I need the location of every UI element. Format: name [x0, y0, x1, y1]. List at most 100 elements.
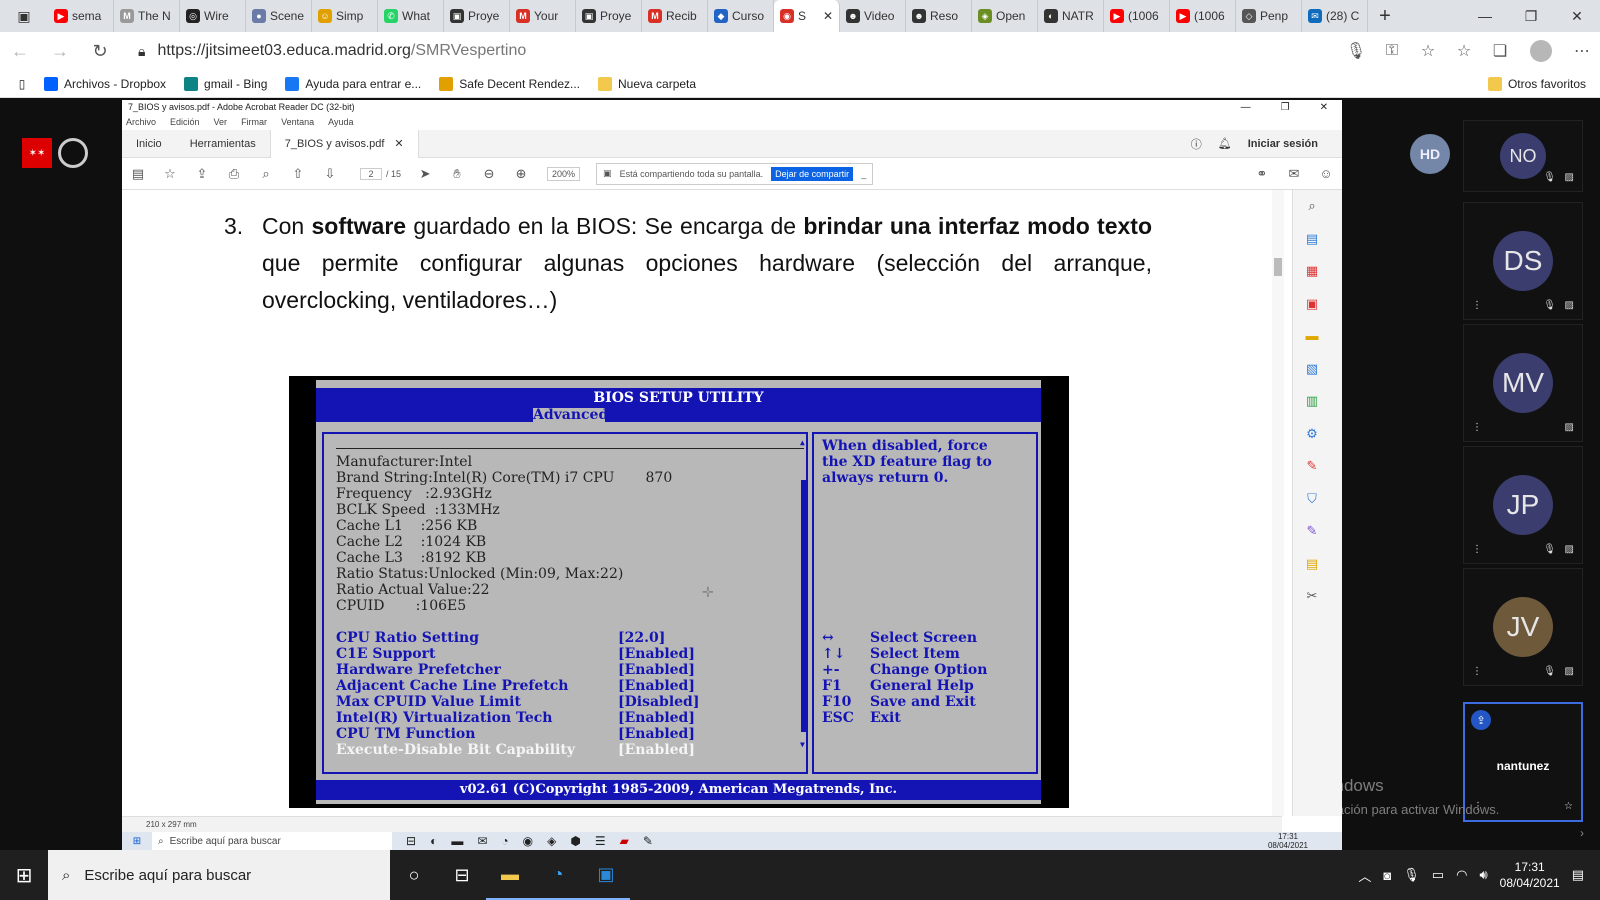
browser-tab[interactable]: ◈ Open — [972, 0, 1038, 32]
fill-sign-icon[interactable]: ✎ — [1303, 523, 1321, 541]
lock-icon[interactable]: 🔒︎ — [138, 43, 145, 60]
notifications-icon[interactable]: ▤ — [1572, 867, 1584, 883]
collections-icon[interactable]: ❏ — [1482, 41, 1518, 61]
browser-tab[interactable]: ◉ S ✕ — [774, 0, 840, 32]
mail-icon[interactable]: ✉ — [1278, 166, 1310, 182]
display-icon[interactable]: ▭ — [1432, 867, 1444, 883]
upload-icon[interactable]: ⇪ — [186, 166, 218, 182]
favorite-link[interactable]: Nueva carpeta — [598, 76, 696, 91]
prev-page-icon[interactable]: ⇧ — [282, 166, 314, 182]
print-icon[interactable]: ⎙ — [218, 166, 250, 182]
tab-inicio[interactable]: Inicio — [122, 130, 176, 158]
browser-tab[interactable]: ☺ Simp — [312, 0, 378, 32]
help-icon[interactable]: ⓘ — [1191, 136, 1202, 152]
microphone-icon[interactable]: 🎙︎ — [1403, 867, 1420, 883]
tab-document[interactable]: 7_BIOS y avisos.pdf ✕ — [269, 129, 419, 158]
menu-item[interactable]: Ventana — [281, 115, 314, 129]
browser-tab[interactable]: ▶ (1006 — [1104, 0, 1170, 32]
cortana-icon[interactable]: ○ — [390, 865, 438, 886]
favorite-link[interactable]: Ayuda para entrar e... — [285, 76, 421, 91]
browser-tab[interactable]: M The N — [114, 0, 180, 32]
zoom-level[interactable]: 200% — [547, 166, 581, 181]
tab-actions-icon[interactable]: ▣ — [0, 0, 48, 32]
zoom-out-icon[interactable]: ⊖ — [473, 166, 505, 182]
hand-tool-icon[interactable]: ✋︎ — [441, 166, 473, 182]
favorite-link[interactable]: gmail - Bing — [184, 76, 267, 91]
edit-icon[interactable]: ▥ — [1303, 393, 1321, 411]
forward-icon[interactable]: → — [40, 41, 80, 62]
browser-tab[interactable]: ▶ (1006 — [1170, 0, 1236, 32]
send-icon[interactable]: ▤ — [1303, 556, 1321, 574]
menu-icon[interactable]: ⋮ — [1472, 666, 1482, 677]
menu-item[interactable]: Edición — [170, 115, 200, 129]
new-tab-button[interactable]: + — [1368, 0, 1402, 32]
export-pdf-icon[interactable]: ▤ — [1303, 231, 1321, 249]
taskbar-search-box[interactable]: ⌕ Escribe aquí para buscar — [48, 850, 390, 900]
other-favorites[interactable]: Otros favoritos — [1487, 76, 1586, 91]
participant-tile[interactable]: JP ⋮ 🎙︎ ▨ — [1463, 446, 1583, 564]
favorite-link[interactable]: Archivos - Dropbox — [44, 76, 166, 91]
microphone-icon[interactable]: 🎙︎ — [1338, 41, 1374, 61]
tools-icon[interactable]: ✂ — [1303, 588, 1321, 606]
menu-icon[interactable]: ⋮ — [1472, 422, 1482, 433]
combine-icon[interactable]: ▧ — [1303, 361, 1321, 379]
add-favorite-icon[interactable]: ☆ — [1410, 41, 1446, 61]
browser-tab[interactable]: M Recib — [642, 0, 708, 32]
favorite-link[interactable]: Safe Decent Rendez... — [439, 76, 580, 91]
minimize-icon[interactable]: — — [1241, 100, 1251, 115]
scan-icon[interactable]: ⚙ — [1303, 426, 1321, 444]
taskbar-clock[interactable]: 17:31 08/04/2021 — [1500, 859, 1560, 891]
minimize-icon[interactable]: — — [1462, 0, 1508, 32]
signin-button[interactable]: Iniciar sesión — [1248, 138, 1318, 150]
browser-tab[interactable]: ◆ Curso — [708, 0, 774, 32]
reading-list-icon[interactable]: ▯ — [0, 77, 44, 91]
camera-icon[interactable]: ◙ — [1383, 868, 1391, 883]
browser-tab[interactable]: ◎ Wire — [180, 0, 246, 32]
favorites-icon[interactable]: ☆ — [1446, 41, 1482, 61]
participant-tile[interactable]: MV ⋮ ▨ — [1463, 324, 1583, 442]
menu-icon[interactable]: ⋮ — [1472, 300, 1482, 311]
organize-icon[interactable]: ▦ — [1303, 263, 1321, 281]
bookmark-icon[interactable]: ☆ — [154, 166, 186, 182]
browser-tab[interactable]: ▶ sema — [48, 0, 114, 32]
app-icon[interactable]: ▣ — [582, 850, 630, 900]
participant-tile[interactable]: JV ⋮ 🎙︎ ▨ — [1463, 568, 1583, 686]
refresh-icon[interactable]: ↻ — [80, 41, 120, 62]
menu-item[interactable]: Ver — [214, 115, 228, 129]
zoom-in-icon[interactable]: ⊕ — [505, 166, 537, 182]
tray-chevron-icon[interactable]: ︿ — [1358, 866, 1371, 885]
add-user-icon[interactable]: ☺ — [1310, 166, 1342, 182]
protect-icon[interactable]: ⛉ — [1303, 491, 1321, 509]
browser-tab[interactable]: ▣ Proye — [576, 0, 642, 32]
browser-tab[interactable]: ▣ Proye — [444, 0, 510, 32]
browser-tab[interactable]: M Your — [510, 0, 576, 32]
menu-icon[interactable]: ⋮ — [1472, 544, 1482, 555]
file-explorer-icon[interactable]: ▬ — [486, 850, 534, 900]
browser-tab[interactable]: ◇ Penp — [1236, 0, 1302, 32]
browser-tab[interactable]: ● Scene — [246, 0, 312, 32]
link-icon[interactable]: ⚭ — [1246, 166, 1278, 182]
scroll-thumb[interactable] — [1274, 258, 1282, 276]
windows-start-icon[interactable]: ⊞ — [0, 863, 48, 888]
more-icon[interactable]: ⋯ — [1564, 41, 1600, 61]
task-view-icon[interactable]: ⊟ — [438, 865, 486, 886]
search-icon[interactable]: ⌕ — [250, 166, 282, 182]
stop-sharing-button[interactable]: Dejar de compartir — [771, 166, 854, 181]
self-avatar[interactable]: HD — [1410, 134, 1450, 174]
star-icon[interactable]: ☆ — [1564, 801, 1573, 812]
close-icon[interactable]: ✕ — [1554, 0, 1600, 32]
participant-tile[interactable]: NO 🎙︎ ▨ — [1463, 120, 1583, 192]
save-icon[interactable]: ▤ — [122, 166, 154, 182]
restore-icon[interactable]: ❐ — [1281, 100, 1290, 115]
participant-tile[interactable]: DS ⋮ 🎙︎ ▨ — [1463, 202, 1583, 320]
browser-tab[interactable]: ✉ (28) C — [1302, 0, 1368, 32]
edge-icon[interactable]: ◔ — [534, 850, 582, 900]
volume-icon[interactable]: 🔊︎ — [1479, 867, 1487, 883]
back-icon[interactable]: ← — [0, 41, 40, 62]
create-pdf-icon[interactable]: ▣ — [1303, 296, 1321, 314]
hide-notice-icon[interactable]: _ — [861, 169, 866, 179]
menu-item[interactable]: Firmar — [241, 115, 267, 129]
page-input[interactable]: 2 — [360, 167, 382, 180]
bell-icon[interactable]: 🔔︎ — [1218, 137, 1232, 150]
restore-icon[interactable]: ❐ — [1508, 0, 1554, 32]
